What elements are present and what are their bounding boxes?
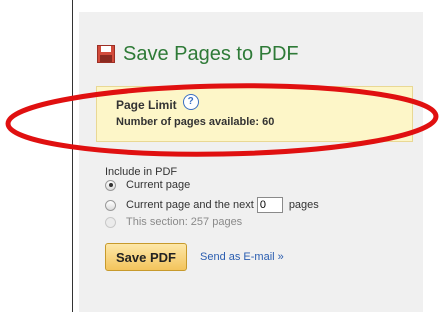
save-pdf-button[interactable]: Save PDF [105,243,187,271]
page-limit-label: Page Limit [116,98,177,112]
option-current-page[interactable]: Current page [105,179,190,191]
radio-current-page[interactable] [105,179,116,191]
help-icon[interactable]: ? [182,94,199,110]
page-limit-row: Page Limit ? [116,94,199,112]
option-current-and-next-label: Current page and the next [126,199,254,211]
page-limit-box [96,86,413,142]
pages-available-text: Number of pages available: 60 [116,116,275,128]
option-pages-suffix: pages [288,199,319,211]
radio-this-section [105,216,116,228]
next-pages-input[interactable] [256,197,283,213]
include-in-pdf-label: Include in PDF [105,166,178,178]
send-email-link[interactable]: Send as E-mail » [200,251,284,263]
save-floppy-icon [97,45,115,63]
option-current-page-label: Current page [126,179,191,191]
option-current-and-next[interactable]: Current page and the next pages [105,197,319,213]
radio-current-and-next[interactable] [105,199,116,211]
dialog-header: Save Pages to PDF [97,41,299,67]
dialog-title: Save Pages to PDF [123,42,299,65]
option-this-section: This section: 257 pages [105,216,242,228]
option-this-section-label: This section: 257 pages [126,216,243,228]
